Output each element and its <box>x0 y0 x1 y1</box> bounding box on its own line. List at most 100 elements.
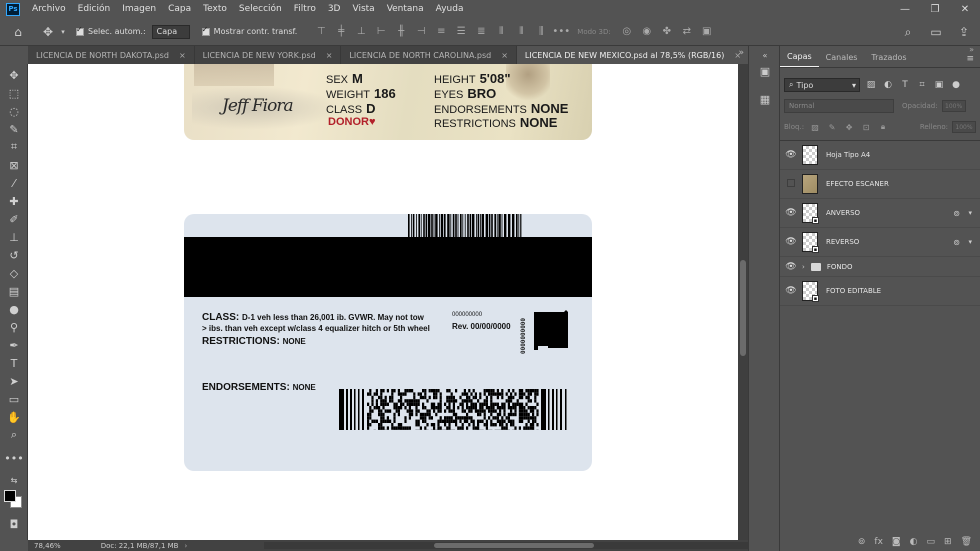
crop-tool-icon[interactable]: ⌗ <box>5 139 23 155</box>
more-tools-icon[interactable]: ••• <box>4 450 23 466</box>
document-canvas[interactable]: SEX M WEIGHT 186 CLASS D HEIGHT 5'08" EYES BR… <box>28 64 738 540</box>
lasso-tool-icon[interactable]: ◌ <box>5 103 23 119</box>
vertical-scrollbar[interactable] <box>738 64 748 540</box>
tab-trazados[interactable]: Trazados <box>864 53 913 67</box>
chevron-down-icon[interactable]: ▾ <box>968 238 972 246</box>
layer-row[interactable]: 👁︎ ▪ ANVERSO ⊚ ▾ <box>780 199 980 228</box>
eyedropper-tool-icon[interactable]: ⁄ <box>5 175 23 191</box>
stamp-tool-icon[interactable]: ⊥ <box>5 229 23 245</box>
move-tool-icon[interactable]: ✥ <box>38 22 58 42</box>
zoom-level[interactable]: 78,46% <box>34 542 61 550</box>
doc-size[interactable]: Doc: 22,1 MB/87,1 MB <box>101 542 179 550</box>
pen-tool-icon[interactable]: ✒ <box>5 337 23 353</box>
workspace-icon[interactable]: ▭ <box>926 22 946 42</box>
show-transform-checkbox[interactable] <box>201 25 210 36</box>
properties-panel-icon[interactable]: ▦ <box>758 92 772 106</box>
menu-ayuda[interactable]: Ayuda <box>430 4 470 14</box>
tab-capas[interactable]: Capas <box>780 52 819 67</box>
status-menu-icon[interactable]: › <box>184 542 187 550</box>
menu-capa[interactable]: Capa <box>162 4 197 14</box>
layer-row[interactable]: EFECTO ESCANER <box>780 170 980 199</box>
link-layers-icon[interactable]: ⊚ <box>858 537 866 547</box>
distribute-left-icon[interactable]: ⫴ <box>492 23 510 41</box>
healing-tool-icon[interactable]: ✚ <box>5 193 23 209</box>
hand-tool-icon[interactable]: ✋ <box>5 409 23 425</box>
horizontal-scroll-thumb[interactable] <box>434 543 594 548</box>
align-vcenter-icon[interactable]: ╪ <box>332 23 350 41</box>
lock-all-icon[interactable]: 🔒︎ <box>877 121 889 133</box>
maximize-button[interactable]: ❐ <box>920 0 950 18</box>
align-top-icon[interactable]: ⊤ <box>312 23 330 41</box>
more-options-icon[interactable]: ••• <box>552 23 570 41</box>
minimize-button[interactable]: — <box>890 0 920 18</box>
chevron-down-icon[interactable]: ▾ <box>58 22 68 42</box>
lock-transparent-icon[interactable]: ▨ <box>809 121 821 133</box>
marquee-tool-icon[interactable]: ⬚ <box>5 85 23 101</box>
menu-ventana[interactable]: Ventana <box>381 4 430 14</box>
menu-archivo[interactable]: Archivo <box>26 4 72 14</box>
filter-type-icon[interactable]: T <box>899 79 911 91</box>
tab-north-carolina[interactable]: LICENCIA DE NORTH CAROLINA.psd × <box>341 46 517 64</box>
filter-toggle-icon[interactable]: ● <box>950 79 962 91</box>
menu-edicion[interactable]: Edición <box>72 4 117 14</box>
menu-imagen[interactable]: Imagen <box>116 4 162 14</box>
eye-icon[interactable]: 👁︎ <box>780 262 802 272</box>
horizontal-scrollbar[interactable] <box>264 542 764 549</box>
panel-menu-icon[interactable]: ≡ <box>966 54 974 64</box>
trash-icon[interactable]: 🗑︎ <box>961 537 972 547</box>
move-tool-icon[interactable]: ✥ <box>5 67 23 83</box>
opacity-input[interactable]: 100% <box>941 100 966 112</box>
zoom-tool-icon[interactable]: ⌕ <box>5 427 23 443</box>
tab-new-york[interactable]: LICENCIA DE NEW YORK.psd × <box>195 46 342 64</box>
new-group-icon[interactable]: ▭ <box>927 537 936 547</box>
slide-3d-icon[interactable]: ⇄ <box>678 23 696 41</box>
layer-group-row[interactable]: 👁︎ › FONDO <box>780 257 980 277</box>
close-icon[interactable]: × <box>179 51 186 60</box>
layer-row[interactable]: 👁︎ ▪ FOTO EDITABLE <box>780 277 980 306</box>
link-icon[interactable]: ⊚ <box>953 238 960 247</box>
tab-new-mexico[interactable]: LICENCIA DE NEW MEXICO.psd al 78,5% (RGB… <box>516 46 751 64</box>
fx-icon[interactable]: fx <box>874 537 883 547</box>
layer-row[interactable]: 👁︎ Hoja Tipo A4 <box>780 141 980 170</box>
home-icon[interactable]: ⌂ <box>8 22 28 42</box>
align-right-icon[interactable]: ⊣ <box>412 23 430 41</box>
distribute-hcenter-icon[interactable]: ⦀ <box>512 23 530 41</box>
blend-mode-dropdown[interactable]: Normal <box>784 99 894 113</box>
distribute-right-icon[interactable]: ⫼ <box>532 23 550 41</box>
distribute-bottom-icon[interactable]: ≣ <box>472 23 490 41</box>
tab-north-dakota[interactable]: LICENCIA DE NORTH DAKOTA.psd × <box>28 46 195 64</box>
menu-seleccion[interactable]: Selección <box>233 4 288 14</box>
distribute-center-icon[interactable]: ☰ <box>452 23 470 41</box>
new-layer-icon[interactable]: ⊞ <box>944 537 952 547</box>
eye-icon[interactable]: 👁︎ <box>780 237 802 247</box>
link-icon[interactable]: ⊚ <box>953 209 960 218</box>
align-bottom-icon[interactable]: ⊥ <box>352 23 370 41</box>
lock-pixels-icon[interactable]: ✎ <box>826 121 838 133</box>
chevron-down-icon[interactable]: ▾ <box>968 209 972 217</box>
brush-tool-icon[interactable]: ✐ <box>5 211 23 227</box>
dodge-tool-icon[interactable]: ⚲ <box>5 319 23 335</box>
chevron-right-icon[interactable]: › <box>802 263 805 271</box>
swap-colors-icon[interactable]: ⇆ <box>5 472 23 488</box>
quick-mask-icon[interactable]: ◘ <box>5 516 23 532</box>
auto-select-checkbox[interactable] <box>76 25 84 36</box>
rectangle-tool-icon[interactable]: ▭ <box>5 391 23 407</box>
layer-filter-dropdown[interactable]: ⌕ Tipo ▾ <box>784 78 860 92</box>
lock-position-icon[interactable]: ✥ <box>843 121 855 133</box>
tabs-overflow-icon[interactable]: » <box>738 48 744 58</box>
search-icon[interactable]: ⌕ <box>898 22 918 42</box>
eraser-tool-icon[interactable]: ◇ <box>5 265 23 281</box>
lock-artboard-icon[interactable]: ⊡ <box>860 121 872 133</box>
distribute-top-icon[interactable]: ≡ <box>432 23 450 41</box>
menu-vista[interactable]: Vista <box>346 4 380 14</box>
share-icon[interactable]: ⇪ <box>954 22 974 42</box>
fill-input[interactable]: 100% <box>952 121 976 133</box>
filter-adjustment-icon[interactable]: ◐ <box>882 79 894 91</box>
filter-pixel-icon[interactable]: ▨ <box>865 79 877 91</box>
roll-3d-icon[interactable]: ◉ <box>638 23 656 41</box>
eye-icon[interactable]: 👁︎ <box>780 150 802 160</box>
path-select-tool-icon[interactable]: ➤ <box>5 373 23 389</box>
collapse-panel-icon[interactable]: » <box>969 45 974 54</box>
blur-tool-icon[interactable]: ● <box>5 301 23 317</box>
history-panel-icon[interactable]: ▣ <box>758 64 772 78</box>
